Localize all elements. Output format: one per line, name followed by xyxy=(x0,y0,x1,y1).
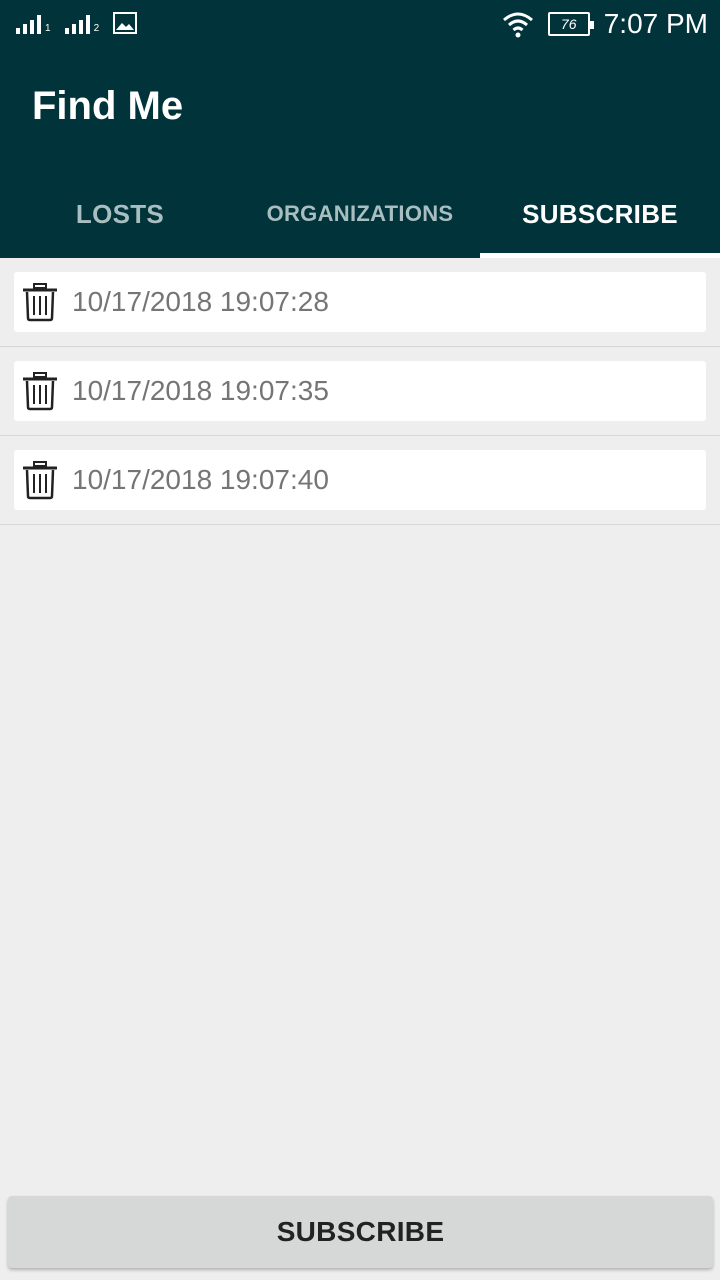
subscription-card[interactable]: 10/17/2018 19:07:40 xyxy=(14,450,706,510)
signal-sim2-icon: 2 xyxy=(64,12,100,34)
subscription-card[interactable]: 10/17/2018 19:07:28 xyxy=(14,272,706,332)
trash-icon[interactable] xyxy=(20,460,60,500)
tab-subscribe[interactable]: SUBSCRIBE xyxy=(480,170,720,258)
wifi-icon xyxy=(502,12,533,38)
list-item: 10/17/2018 19:07:40 xyxy=(0,436,720,525)
trash-icon[interactable] xyxy=(20,371,60,411)
list-item: 10/17/2018 19:07:28 xyxy=(0,258,720,347)
status-left-icons: 1 2 xyxy=(16,12,138,34)
image-notification-icon xyxy=(113,12,138,34)
list-item: 10/17/2018 19:07:35 xyxy=(0,347,720,436)
subscription-list: 10/17/2018 19:07:28 10/17/2018 19:07:35 xyxy=(0,258,720,525)
signal-sim1-icon: 1 xyxy=(16,12,51,34)
status-bar: 1 2 76 7:07 PM xyxy=(0,0,720,52)
tab-bar: LOSTS ORGANIZATIONS SUBSCRIBE xyxy=(0,170,720,258)
status-right-icons: 76 7:07 PM xyxy=(502,8,708,40)
subscribe-button[interactable]: SUBSCRIBE xyxy=(8,1196,713,1268)
tab-losts[interactable]: LOSTS xyxy=(0,170,240,258)
trash-icon[interactable] xyxy=(20,282,60,322)
status-time: 7:07 PM xyxy=(603,8,708,39)
subscription-card[interactable]: 10/17/2018 19:07:35 xyxy=(14,361,706,421)
subscription-timestamp: 10/17/2018 19:07:40 xyxy=(72,464,329,495)
sim2-label: 2 xyxy=(93,23,100,34)
battery-level: 76 xyxy=(560,16,577,32)
sim1-label: 1 xyxy=(45,23,51,34)
subscription-timestamp: 10/17/2018 19:07:28 xyxy=(72,286,329,317)
battery-icon: 76 xyxy=(547,12,594,36)
subscription-timestamp: 10/17/2018 19:07:35 xyxy=(72,375,329,406)
app-bar: 1 2 76 7:07 PM Find Me LOSTS ORGANIZATIO… xyxy=(0,0,720,258)
tab-organizations[interactable]: ORGANIZATIONS xyxy=(240,170,480,258)
app-title: Find Me xyxy=(32,84,184,128)
